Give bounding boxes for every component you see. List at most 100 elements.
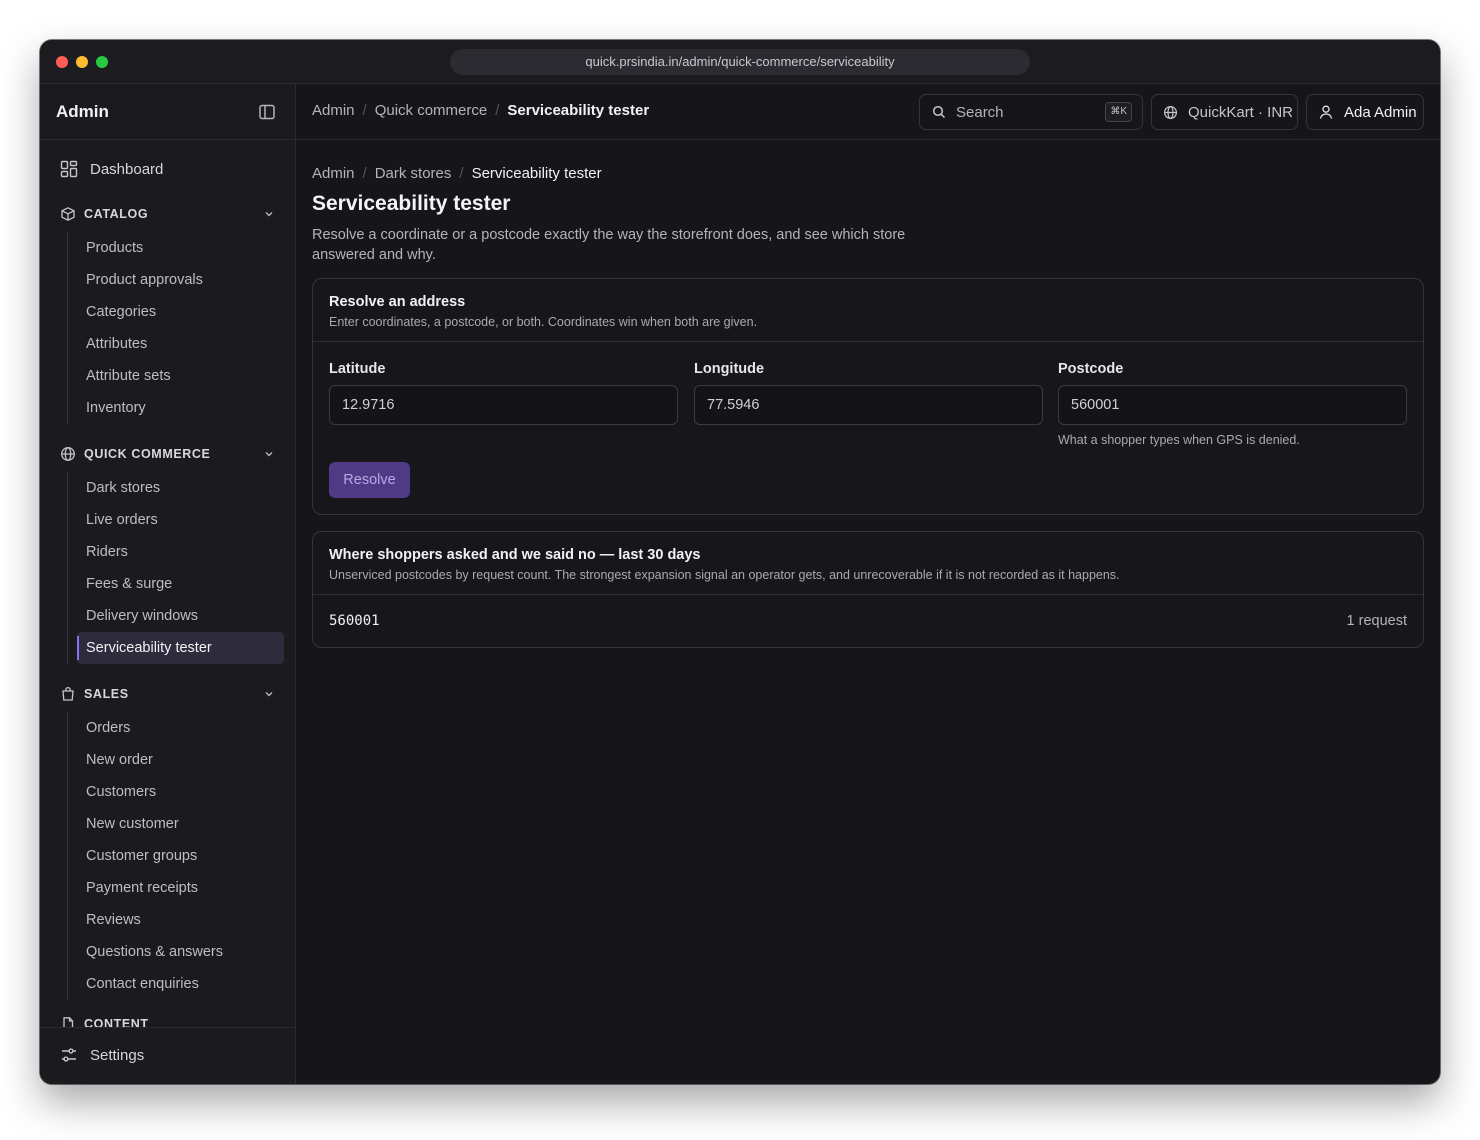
group-label: CONTENT bbox=[84, 1017, 149, 1027]
postcode-field: Postcode What a shopper types when GPS i… bbox=[1058, 361, 1407, 447]
document-icon bbox=[63, 1017, 74, 1027]
sidebar-title: Admin bbox=[56, 102, 109, 121]
page-breadcrumb-admin[interactable]: Admin bbox=[312, 165, 355, 182]
minimize-window-button[interactable] bbox=[76, 56, 88, 68]
sidebar-footer: Settings bbox=[40, 1027, 295, 1084]
page-breadcrumb-current: Serviceability tester bbox=[471, 165, 602, 182]
card-title: Where shoppers asked and we said no — la… bbox=[329, 547, 701, 563]
catalog-items: Products Product approvals Categories At… bbox=[67, 232, 284, 424]
page-title: Serviceability tester bbox=[312, 192, 511, 215]
chevron-down-icon bbox=[265, 691, 273, 697]
sidebar-item-dark-stores[interactable]: Dark stores bbox=[68, 472, 284, 504]
settings-label: Settings bbox=[90, 1046, 145, 1064]
sidebar-item-dashboard[interactable]: Dashboard bbox=[56, 155, 283, 183]
sidebar-item-contact-enquiries[interactable]: Contact enquiries bbox=[68, 968, 284, 1000]
sidebar-group-content[interactable]: CONTENT bbox=[56, 1012, 283, 1027]
sidebar-item-inventory[interactable]: Inventory bbox=[68, 392, 284, 424]
page-breadcrumb-dark-stores[interactable]: Dark stores bbox=[375, 165, 452, 182]
box-icon bbox=[61, 207, 75, 221]
longitude-label: Longitude bbox=[694, 361, 765, 377]
topbar: Admin / Quick commerce / Serviceability … bbox=[296, 84, 1440, 140]
unserviced-postcodes-card: Where shoppers asked and we said no — la… bbox=[312, 531, 1424, 648]
sidebar-group-sales[interactable]: SALES bbox=[56, 682, 283, 706]
maximize-window-button[interactable] bbox=[96, 56, 108, 68]
breadcrumb-separator: / bbox=[459, 165, 464, 182]
latitude-input[interactable] bbox=[329, 385, 678, 425]
main-content: Admin / Dark stores / Serviceability tes… bbox=[296, 141, 1440, 1084]
sidebar-item-categories[interactable]: Categories bbox=[68, 296, 284, 328]
page-description: Resolve a coordinate or a postcode exact… bbox=[312, 227, 906, 263]
address-bar[interactable]: quick.prsindia.in/admin/quick-commerce/s… bbox=[450, 49, 1030, 75]
search-icon bbox=[932, 105, 946, 119]
dashboard-icon bbox=[60, 160, 78, 178]
globe-icon bbox=[1163, 105, 1178, 119]
sidebar-item-live-orders[interactable]: Live orders bbox=[68, 504, 284, 536]
card-title: Resolve an address bbox=[329, 294, 466, 310]
sidebar-item-riders[interactable]: Riders bbox=[68, 536, 284, 568]
sidebar-group-catalog[interactable]: CATALOG bbox=[56, 202, 283, 226]
postcode-value: 560001 bbox=[329, 613, 380, 629]
sidebar-item-product-approvals[interactable]: Product approvals bbox=[68, 264, 284, 296]
resolve-address-card: Resolve an address Enter coordinates, a … bbox=[312, 278, 1424, 515]
sidebar-group-quick-commerce[interactable]: QUICK COMMERCE bbox=[56, 442, 283, 466]
close-window-button[interactable] bbox=[56, 56, 68, 68]
quick-commerce-items: Dark stores Live orders Riders Fees & su… bbox=[67, 472, 284, 664]
sliders-icon bbox=[62, 1048, 76, 1062]
breadcrumb-separator: / bbox=[495, 102, 500, 119]
postcode-hint: What a shopper types when GPS is denied. bbox=[1058, 433, 1300, 447]
longitude-field: Longitude bbox=[694, 361, 1043, 425]
sidebar-item-fees-surge[interactable]: Fees & surge bbox=[68, 568, 284, 600]
breadcrumb-quick-commerce[interactable]: Quick commerce bbox=[375, 102, 488, 119]
group-label: SALES bbox=[84, 687, 129, 701]
search-input[interactable]: Search ⌘K bbox=[919, 94, 1143, 130]
sidebar-item-attribute-sets[interactable]: Attribute sets bbox=[68, 360, 284, 392]
store-switcher-button[interactable]: QuickKart · INR bbox=[1151, 94, 1298, 130]
breadcrumb-separator: / bbox=[362, 165, 367, 182]
sales-items: Orders New order Customers New customer … bbox=[67, 712, 284, 1000]
browser-titlebar: quick.prsindia.in/admin/quick-commerce/s… bbox=[40, 40, 1440, 84]
sidebar-item-delivery-windows[interactable]: Delivery windows bbox=[68, 600, 284, 632]
sidebar-item-payment-receipts[interactable]: Payment receipts bbox=[68, 872, 284, 904]
breadcrumb-admin[interactable]: Admin bbox=[312, 102, 355, 119]
sidebar-item-reviews[interactable]: Reviews bbox=[68, 904, 284, 936]
sidebar-item-label: Dashboard bbox=[90, 160, 164, 178]
latitude-label: Latitude bbox=[329, 361, 386, 377]
globe-icon bbox=[61, 447, 75, 461]
card-header: Resolve an address Enter coordinates, a … bbox=[313, 279, 1423, 342]
user-name: Ada Admin bbox=[1344, 103, 1417, 121]
sidebar-item-new-order[interactable]: New order bbox=[68, 744, 284, 776]
group-label: CATALOG bbox=[84, 207, 149, 221]
sidebar-nav: Dashboard CATALOG Products Product appro… bbox=[40, 141, 295, 1027]
sidebar-item-settings[interactable]: Settings bbox=[60, 1046, 144, 1064]
sidebar-item-customers[interactable]: Customers bbox=[68, 776, 284, 808]
sidebar-item-questions-answers[interactable]: Questions & answers bbox=[68, 936, 284, 968]
resolve-button[interactable]: Resolve bbox=[329, 462, 410, 498]
postcode-input[interactable] bbox=[1058, 385, 1407, 425]
store-label: QuickKart · INR bbox=[1188, 103, 1294, 121]
sidebar-item-products[interactable]: Products bbox=[68, 232, 284, 264]
breadcrumb: Admin / Quick commerce / Serviceability … bbox=[312, 102, 649, 119]
shopping-bag-icon bbox=[62, 686, 74, 701]
sidebar-item-new-customer[interactable]: New customer bbox=[68, 808, 284, 840]
breadcrumb-separator: / bbox=[362, 102, 367, 119]
chevron-down-icon bbox=[265, 451, 273, 457]
latitude-field: Latitude bbox=[329, 361, 678, 425]
sidebar-toggle-icon[interactable] bbox=[258, 103, 276, 121]
sidebar-item-orders[interactable]: Orders bbox=[68, 712, 284, 744]
chevron-down-icon bbox=[265, 211, 273, 217]
request-count: 1 request bbox=[1346, 613, 1407, 629]
postcode-label: Postcode bbox=[1058, 361, 1124, 377]
sidebar: Admin Dashboard CATALOG Products Product… bbox=[40, 84, 296, 1084]
search-placeholder: Search bbox=[956, 103, 1004, 121]
app-window: quick.prsindia.in/admin/quick-commerce/s… bbox=[40, 40, 1440, 1084]
sidebar-header: Admin bbox=[40, 84, 295, 140]
user-icon bbox=[1319, 105, 1333, 119]
group-label: QUICK COMMERCE bbox=[84, 447, 211, 461]
card-subtitle: Unserviced postcodes by request count. T… bbox=[329, 568, 1120, 582]
longitude-input[interactable] bbox=[694, 385, 1043, 425]
sidebar-item-attributes[interactable]: Attributes bbox=[68, 328, 284, 360]
sidebar-item-customer-groups[interactable]: Customer groups bbox=[68, 840, 284, 872]
user-menu-button[interactable]: Ada Admin bbox=[1306, 94, 1424, 130]
sidebar-item-serviceability-tester[interactable]: Serviceability tester bbox=[77, 632, 284, 664]
page-breadcrumb: Admin / Dark stores / Serviceability tes… bbox=[312, 165, 602, 182]
